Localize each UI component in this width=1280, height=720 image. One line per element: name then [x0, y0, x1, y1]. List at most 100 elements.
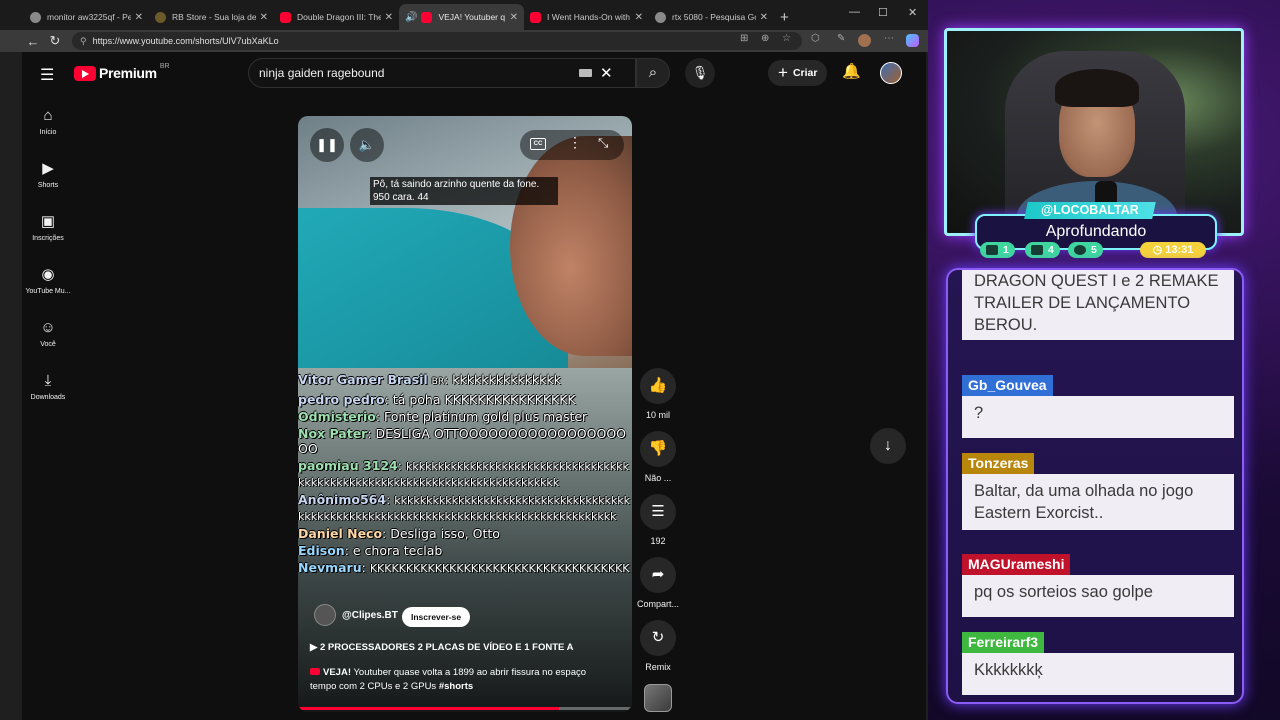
google-favicon-icon	[655, 11, 666, 23]
channel-avatar[interactable]	[314, 604, 336, 626]
voice-search-button[interactable]: 🎙	[685, 58, 715, 88]
video-title[interactable]: VEJA! Youtuber quase volta a 1899 ao abr…	[310, 666, 610, 694]
search-input[interactable]	[259, 66, 579, 80]
video-title-tag[interactable]: #shorts	[439, 681, 473, 692]
browser-tab-2[interactable]: Double Dragon III: The S ✕	[274, 4, 399, 30]
zoom-icon[interactable]: ⊕	[761, 33, 769, 44]
speaker-icon[interactable]: 🔊	[405, 12, 417, 23]
sidebar-item-inicio[interactable]: ⌂ Início	[22, 108, 74, 137]
music-track[interactable]: ▶ 2 PROCESSADORES 2 PLACAS DE VÍDEO E 1 …	[310, 642, 574, 653]
close-icon[interactable]: ✕	[135, 12, 143, 23]
kick-viewers-stat: 5	[1068, 242, 1103, 258]
sidebar-item-downloads[interactable]: ⤓ Downloads	[22, 373, 74, 402]
create-button[interactable]: + Criar	[768, 60, 828, 86]
sidebar-item-label: Downloads	[30, 394, 66, 401]
sidebar-item-shorts[interactable]: ▶ Shorts	[22, 161, 74, 190]
comments-button[interactable]: ☰ 192	[636, 494, 680, 546]
comment-count: 192	[650, 536, 666, 546]
youtube-logo[interactable]: Premium BR	[74, 63, 170, 81]
share-button[interactable]: ➦ Compart...	[636, 557, 680, 609]
close-icon[interactable]: ✕	[385, 12, 393, 23]
subscriptions-icon: ▣	[40, 213, 56, 230]
overlay-chat-line: Anônimo564: kkkkkkkkkkkkkkkkkkkkkkkkkkkk…	[298, 492, 630, 523]
puzzle-icon[interactable]: ✎	[837, 33, 845, 44]
browser-tab-3-active[interactable]: 🔊 VEJA! Youtuber q ✕	[399, 4, 524, 30]
chat-username: Gb_Gouvea	[962, 375, 1053, 396]
more-options-icon[interactable]: ⋮	[568, 134, 582, 151]
site-info-icon[interactable]: ⚲	[80, 36, 87, 47]
twitch-viewers-count: 1	[1003, 244, 1009, 256]
browser-tab-5[interactable]: rtx 5080 - Pesquisa Goo ✕	[649, 4, 774, 30]
close-icon[interactable]: ✕	[260, 12, 268, 23]
youtube-play-icon	[74, 65, 96, 81]
maximize-icon[interactable]: ☐	[878, 6, 888, 19]
channel-name[interactable]: @Clipes.BT	[342, 610, 398, 621]
browser-tab-0[interactable]: monitor aw3225qf - Pes ✕	[24, 4, 149, 30]
next-short-button[interactable]: ↓	[870, 428, 906, 464]
app-install-icon[interactable]: ⊞	[740, 33, 748, 44]
window-close-icon[interactable]: ✕	[908, 6, 917, 19]
youtube-music-icon: ◉	[41, 266, 55, 283]
tab-label: rtx 5080 - Pesquisa Goo	[672, 12, 756, 22]
shorts-video-player[interactable]: ❚❚ 🔈 CC ⋮ ⤡ Pô, tá saindo arzinho quente…	[298, 116, 632, 712]
copilot-icon[interactable]	[906, 34, 919, 47]
overlay-chat-text: Desliga isso, Otto	[390, 526, 500, 541]
chat-username: Tonzeras	[962, 453, 1035, 474]
close-icon[interactable]: ✕	[510, 12, 518, 23]
back-icon[interactable]: ←	[22, 34, 44, 49]
pause-icon: ❚❚	[316, 137, 338, 152]
search-button[interactable]: ⌕	[636, 58, 670, 88]
minimize-icon[interactable]: —	[849, 6, 860, 18]
menu-dots-icon[interactable]: ⋯	[884, 33, 894, 44]
chat-overlay: Vitor Gamer Brasil BR: kkkkkkkkkkkkkkk p…	[298, 372, 632, 578]
overlay-chat-user: Nevmaru	[298, 560, 362, 575]
channel-info[interactable]: @Clipes.BT	[314, 604, 398, 626]
fullscreen-icon[interactable]: ⤡	[598, 135, 608, 151]
music-track-label: 2 PROCESSADORES 2 PLACAS DE VÍDEO E 1 FO…	[319, 642, 574, 653]
overlay-chat-badge: BR	[431, 377, 445, 387]
sidebar-item-inscricoes[interactable]: ▣ Inscrições	[22, 213, 74, 243]
profile-avatar-icon[interactable]	[858, 34, 871, 47]
menu-icon[interactable]: ☰	[40, 65, 54, 85]
overlay-chat-user: pedro pedro	[298, 392, 385, 407]
search-box: ✕	[248, 58, 636, 88]
browser-tab-1[interactable]: RB Store - Sua loja de h ✕	[149, 4, 274, 30]
reload-icon[interactable]: ↻	[44, 33, 66, 49]
browser-tab-4[interactable]: I Went Hands-On with D ✕	[524, 4, 649, 30]
video-progress-bar[interactable]	[298, 707, 632, 710]
like-button[interactable]: 👍 10 mil	[636, 368, 680, 420]
sidebar-item-voce[interactable]: ☺ Você	[22, 320, 74, 349]
url-field[interactable]: ⚲ https://www.youtube.com/shorts/UlV7ubX…	[72, 32, 802, 50]
subscribe-button[interactable]: Inscrever-se	[402, 607, 471, 627]
chat-message: Gb_Gouvea ?	[962, 375, 1234, 438]
remix-button[interactable]: ↻ Remix	[636, 620, 680, 672]
remix-icon: ↻	[640, 620, 676, 656]
audio-source-thumbnail[interactable]	[644, 684, 672, 712]
notifications-bell-icon[interactable]: 🔔	[842, 62, 861, 80]
youtube-favicon-icon	[310, 668, 320, 675]
streamer-hair	[1055, 69, 1139, 107]
twitch-icon	[986, 245, 998, 255]
account-avatar[interactable]	[880, 62, 902, 84]
chat-message: Tonzeras Baltar, da uma olhada no jogo E…	[962, 453, 1234, 530]
close-icon[interactable]: ✕	[760, 12, 768, 23]
close-icon[interactable]: ✕	[635, 12, 643, 23]
like-icon: 👍	[640, 368, 676, 404]
pause-button[interactable]: ❚❚	[310, 128, 344, 162]
volume-button[interactable]: 🔈	[350, 128, 384, 162]
chat-message: Ferreirarf3 Kkkkkkkķ	[962, 632, 1234, 695]
chat-message-text: ?	[962, 396, 1234, 438]
clear-search-icon[interactable]: ✕	[600, 64, 613, 82]
address-bar: ← ↻ ⚲ https://www.youtube.com/shorts/UlV…	[0, 30, 928, 52]
tab-label: VEJA! Youtuber q	[438, 12, 506, 22]
closed-captions-icon[interactable]: CC	[530, 138, 546, 150]
new-tab-icon[interactable]: +	[774, 9, 797, 30]
video-caption: Pô, tá saindo arzinho quente da fone. 95…	[370, 177, 558, 205]
extensions-icon[interactable]: ⬡	[811, 33, 820, 44]
sidebar-item-youtube-music[interactable]: ◉ YouTube Mu...	[22, 266, 74, 296]
dislike-button[interactable]: 👎 Não ...	[636, 431, 680, 483]
bookmark-star-icon[interactable]: ☆	[782, 33, 791, 44]
youtube-page: ☰ Premium BR ✕ ⌕ 🎙 + Criar 🔔 ⌂ Início ▶ Sho…	[22, 52, 926, 720]
youtube-favicon-icon	[530, 11, 541, 23]
keyboard-icon[interactable]	[579, 69, 592, 77]
